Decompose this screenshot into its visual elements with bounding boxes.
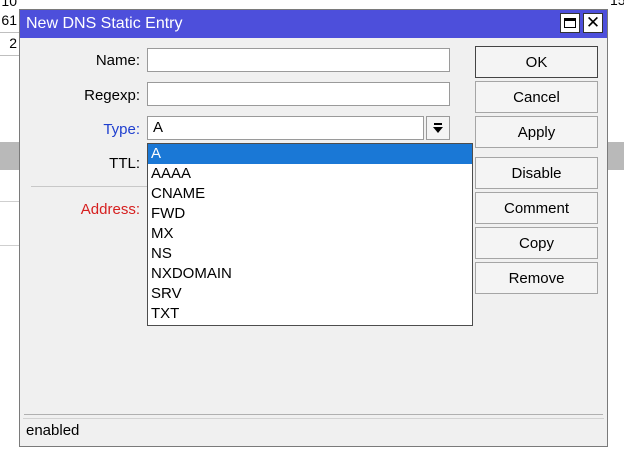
name-input[interactable] — [147, 48, 450, 72]
dropdown-option-mx[interactable]: MX — [148, 224, 472, 244]
regexp-label: Regexp: — [84, 87, 140, 104]
title-bar[interactable]: New DNS Static Entry ✕ — [20, 10, 607, 38]
type-dropdown-list: A AAAA CNAME FWD MX NS NXDOMAIN SRV TXT — [147, 143, 473, 326]
status-text: enabled — [26, 422, 80, 439]
dropdown-option-cname[interactable]: CNAME — [148, 184, 472, 204]
status-bar: enabled — [23, 418, 604, 442]
table-gridline — [0, 32, 20, 33]
dropdown-option-txt[interactable]: TXT — [148, 304, 472, 324]
dropdown-option-aaaa[interactable]: AAAA — [148, 164, 472, 184]
table-cell: 61 — [1, 12, 17, 28]
background-toolbar-right — [608, 142, 624, 170]
background-gridline — [0, 245, 20, 246]
dropdown-option-ns[interactable]: NS — [148, 244, 472, 264]
apply-button[interactable]: Apply — [475, 116, 598, 148]
dns-static-dialog: New DNS Static Entry ✕ Name: Regexp: Typ… — [19, 9, 608, 447]
type-label: Type: — [103, 121, 140, 138]
regexp-input[interactable] — [147, 82, 450, 106]
table-cell: 15 — [610, 0, 624, 8]
close-button[interactable]: ✕ — [583, 13, 603, 33]
ttl-label: TTL: — [109, 155, 140, 172]
dropdown-option-a[interactable]: A — [148, 144, 472, 164]
dropdown-option-fwd[interactable]: FWD — [148, 204, 472, 224]
dropdown-option-nxdomain[interactable]: NXDOMAIN — [148, 264, 472, 284]
background-gridline — [0, 201, 20, 202]
name-label: Name: — [95, 52, 140, 69]
close-icon: ✕ — [585, 12, 601, 33]
dropdown-option-srv[interactable]: SRV — [148, 284, 472, 304]
address-label: Address: — [80, 201, 140, 218]
table-cell: 10 — [1, 0, 17, 9]
remove-button[interactable]: Remove — [475, 262, 598, 294]
maximize-button[interactable] — [560, 13, 580, 33]
dialog-title: New DNS Static Entry — [26, 15, 183, 32]
background-toolbar — [0, 142, 20, 170]
type-selected-value: A — [153, 119, 164, 136]
comment-button[interactable]: Comment — [475, 192, 598, 224]
dropdown-arrow-icon — [433, 123, 443, 133]
status-divider — [24, 414, 603, 415]
copy-button[interactable]: Copy — [475, 227, 598, 259]
maximize-icon — [564, 18, 576, 28]
type-select[interactable]: A — [147, 116, 424, 140]
table-cell: 2 — [9, 35, 17, 51]
disable-button[interactable]: Disable — [475, 157, 598, 189]
ok-button[interactable]: OK — [475, 46, 598, 78]
type-dropdown-button[interactable] — [426, 116, 450, 140]
background-right: 15 — [608, 0, 624, 470]
table-gridline — [0, 55, 20, 56]
background-table: 10 61 2 — [0, 0, 20, 60]
cancel-button[interactable]: Cancel — [475, 81, 598, 113]
